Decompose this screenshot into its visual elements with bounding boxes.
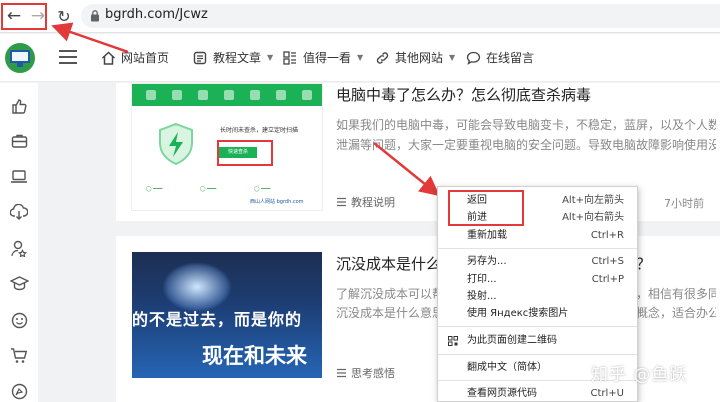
menu-item-print[interactable]: 打印... Ctrl+P [438,271,637,288]
site-header: 网站首页 教程文章 ▼ 值得一看 ▼ 其他网站 ▼ 在线留言 [0,34,720,82]
nav-item-guestbook[interactable]: 在线留言 [465,49,534,66]
cart-icon[interactable] [9,345,29,365]
category-label: 思考感悟 [351,367,395,380]
nav-item-home[interactable]: 网站首页 [100,49,169,66]
chevron-down-icon: ▼ [267,53,274,62]
article-time: 7小时前 [664,197,704,210]
article-thumbnail[interactable]: 长时间未查杀，建立定时扫描 快速查杀 ◯ ━━━ ◯ ━━━ ◯ ━━━ 西山人… [131,83,323,211]
nav-buttons-highlight-box [1,3,47,30]
shield-lightning-icon [159,122,193,166]
nav-label: 其他网站 [395,51,444,65]
graduation-cap-icon[interactable] [9,273,29,293]
download-icon[interactable] [9,202,29,222]
menu-item-cast[interactable]: 投射... [438,288,637,305]
nav-item-other-sites[interactable]: 其他网站 ▼ [374,49,455,66]
site-logo[interactable] [5,43,35,73]
menu-item-yandex-search[interactable]: 使用 Яндекс搜索图片 [438,305,637,322]
document-icon [192,50,208,66]
grid-icon [282,50,298,66]
settings-icon[interactable] [9,381,29,401]
list-icon [337,197,346,207]
watermark: 知乎 @鱼跃 [591,365,688,385]
menu-item-back[interactable]: 返回 Alt+向左箭头 [438,192,637,209]
article-category[interactable]: 思考感悟 [336,365,395,381]
thumbnail-text: 的不是过去，而是你的 [132,310,303,329]
nav-label: 教程文章 [213,51,262,65]
browser-toolbar: ← → ↻ bgrdh.com/Jcwz [0,0,720,33]
briefcase-icon[interactable] [9,131,29,151]
home-icon [100,50,116,66]
link-icon [374,50,390,66]
chevron-down-icon: ▼ [449,53,456,62]
url-text: bgrdh.com/Jcwz [105,7,208,22]
category-label: 教程说明 [351,196,395,209]
article-category[interactable]: 教程说明 [336,194,395,210]
article-thumbnail[interactable]: 的不是过去，而是你的 现在和未来 [132,252,322,378]
menu-item-view-source[interactable]: 查看网页源代码 Ctrl+U [438,385,637,402]
thumbnail-brand: 西山人网站 bgrdh.com [250,199,304,205]
nav-label: 在线留言 [486,51,535,65]
article-excerpt-line: 如果我们的电脑中毒，可能会导致电脑变卡，不稳定，蓝屏，以及个人数据的 [336,118,716,132]
thumbs-up-icon[interactable] [9,96,29,116]
reload-button[interactable]: ↻ [53,5,75,27]
article-title[interactable]: 电脑中毒了怎么办？怎么彻底查杀病毒 [336,84,591,105]
nav-label: 网站首页 [121,51,170,65]
lock-icon [91,10,99,22]
menu-item-save-as[interactable]: 另存为... Ctrl+S [438,253,637,270]
article-excerpt-line: 泄漏等问题，大家一定要重视电脑的安全问题。导致电脑故障影响使用没有... [336,138,716,152]
thumbnail-text: 现在和未来 [202,344,307,368]
user-star-icon[interactable] [9,238,29,258]
left-sidebar [0,83,38,402]
comment-icon [465,50,481,66]
thumbnail-text: 长时间未查杀，建立定时扫描 [220,127,299,134]
nav-item-worth-seeing[interactable]: 值得一看 ▼ [282,49,363,66]
nav-label: 值得一看 [303,51,352,65]
reload-icon: ↻ [57,6,71,26]
thumbnail-button: 快速查杀 [219,147,257,158]
nav-item-tutorials[interactable]: 教程文章 ▼ [192,49,273,66]
qr-code-icon [448,336,458,346]
address-bar[interactable]: bgrdh.com/Jcwz [81,4,720,28]
list-icon [337,368,346,378]
chevron-down-icon: ▼ [357,53,364,62]
menu-icon[interactable] [59,50,77,64]
menu-item-reload[interactable]: 重新加载 Ctrl+R [438,227,637,244]
laptop-icon[interactable] [9,166,29,186]
smile-icon[interactable] [9,310,29,330]
menu-item-forward[interactable]: 前进 Alt+向右箭头 [438,209,637,226]
menu-item-qr-code[interactable]: 为此页面创建二维码 [438,332,637,349]
